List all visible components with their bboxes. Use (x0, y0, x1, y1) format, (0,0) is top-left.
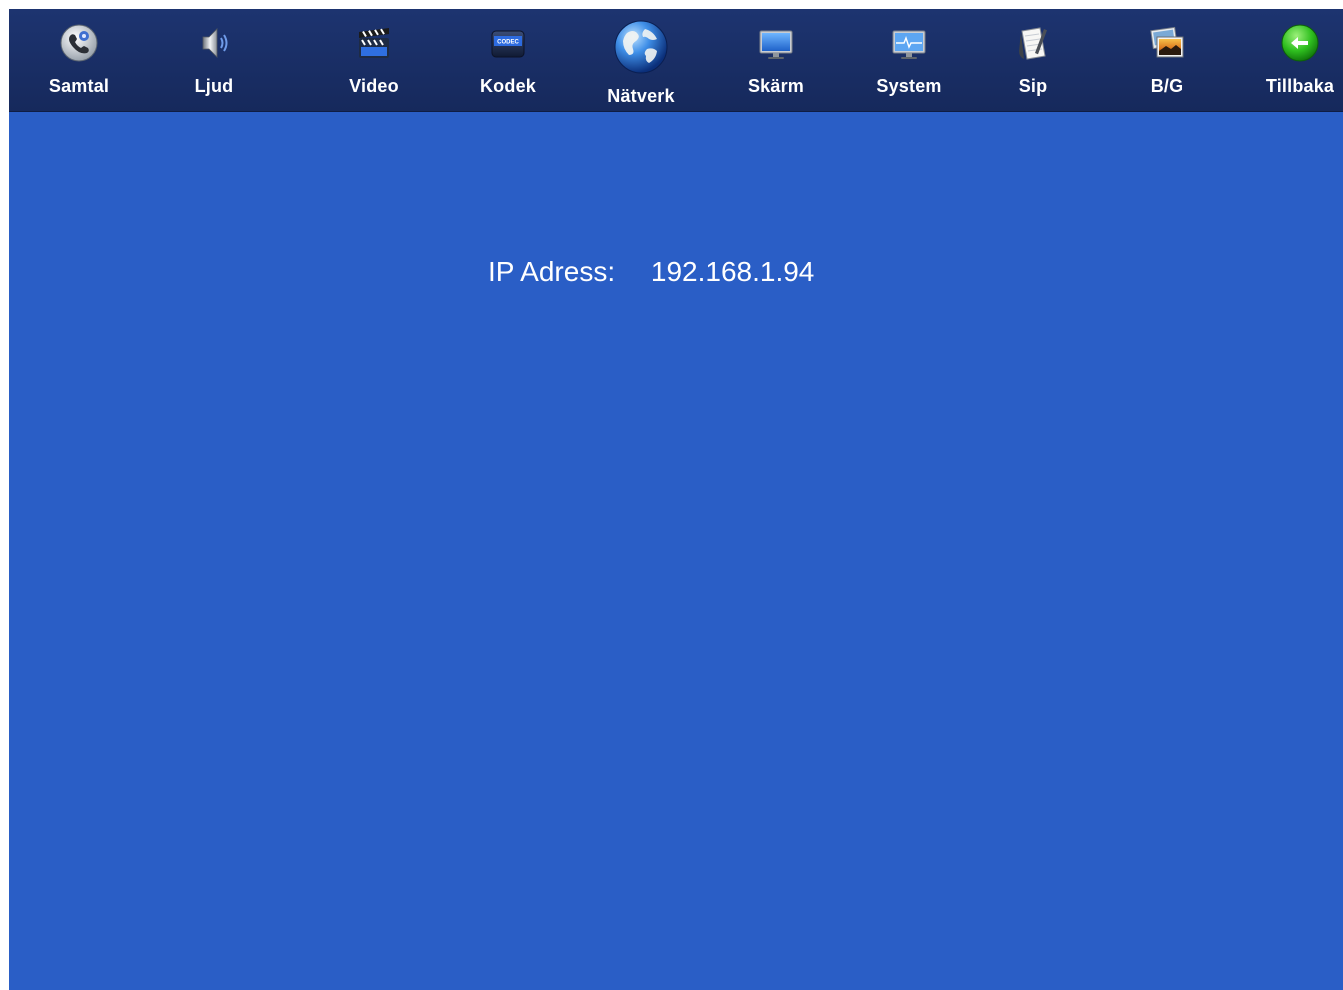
nav-label: Sip (1018, 76, 1048, 96)
nav-label: System (876, 76, 942, 96)
monitor-icon (756, 23, 796, 63)
nav-label: Skärm (747, 76, 805, 96)
nav-kodek[interactable]: CODEC Kodek (453, 9, 563, 109)
nav-label: Nätverk (607, 86, 675, 106)
svg-text:CODEC: CODEC (497, 40, 519, 46)
nav-system[interactable]: System (854, 9, 964, 109)
top-nav-bar: Samtal Ljud Video CODEC Kodek Nätverk Sk… (9, 9, 1343, 112)
nav-label: Video (349, 76, 399, 96)
phone-settings-icon (59, 23, 99, 63)
speaker-icon (194, 23, 234, 63)
system-monitor-icon (889, 23, 929, 63)
picture-icon (1147, 23, 1187, 63)
nav-label: B/G (1150, 76, 1184, 96)
nav-ljud[interactable]: Ljud (159, 9, 269, 109)
codec-icon: CODEC (488, 23, 528, 63)
nav-video[interactable]: Video (319, 9, 429, 109)
nav-label: Samtal (48, 76, 110, 96)
nav-samtal[interactable]: Samtal (24, 9, 134, 109)
ip-address-value: 192.168.1.94 (650, 256, 815, 287)
back-arrow-icon (1280, 23, 1320, 63)
nav-tillbaka[interactable]: Tillbaka (1245, 9, 1343, 109)
nav-bg[interactable]: B/G (1112, 9, 1222, 109)
nav-skarm[interactable]: Skärm (721, 9, 831, 109)
network-screen: Samtal Ljud Video CODEC Kodek Nätverk Sk… (9, 9, 1343, 990)
ip-address-row: IP Adress: 192.168.1.94 (488, 256, 814, 288)
notepad-icon (1013, 23, 1053, 63)
globe-icon (613, 19, 669, 75)
nav-label: Ljud (194, 76, 234, 96)
ip-address-label: IP Adress: (488, 256, 616, 287)
nav-natverk[interactable]: Nätverk (586, 9, 696, 109)
nav-label: Kodek (479, 76, 536, 96)
nav-sip[interactable]: Sip (978, 9, 1088, 109)
clapperboard-icon (354, 23, 394, 63)
nav-label: Tillbaka (1265, 76, 1335, 96)
